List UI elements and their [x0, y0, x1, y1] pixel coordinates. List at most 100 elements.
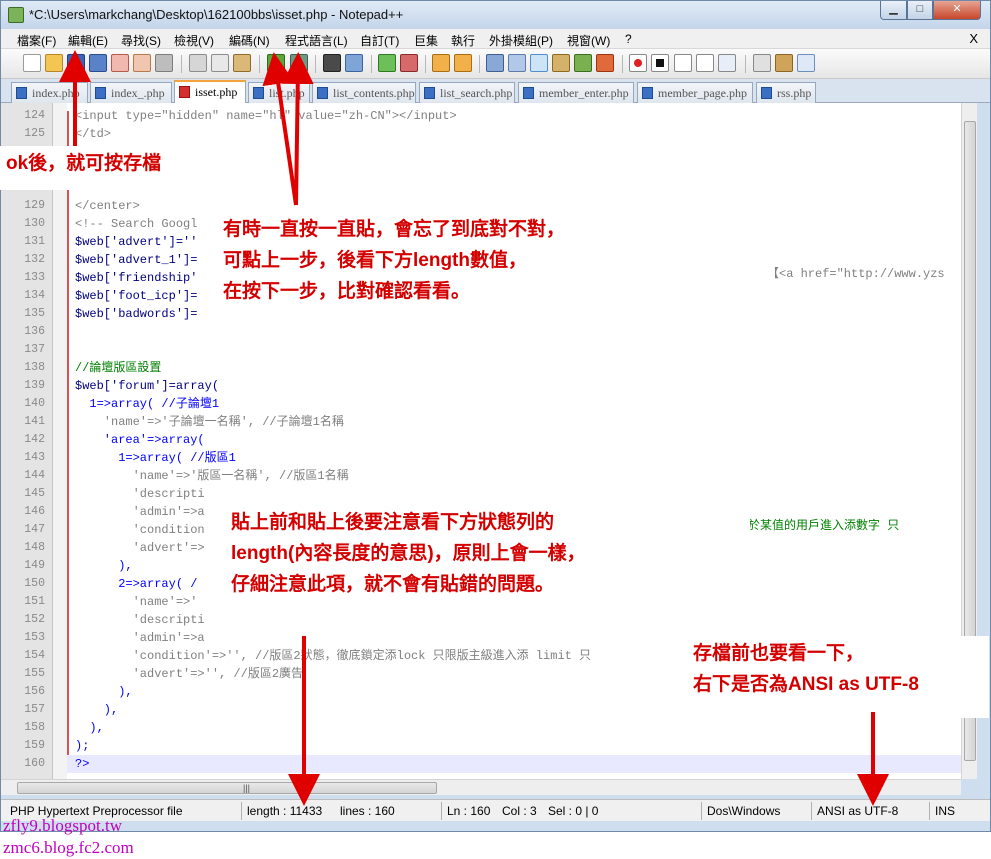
code-line[interactable]: $web['badwords']= — [75, 305, 197, 323]
code-line[interactable]: ), — [75, 683, 132, 701]
code-line[interactable]: ), — [75, 719, 103, 737]
code-line[interactable]: 'advert'=> — [75, 539, 205, 557]
cut-icon[interactable] — [189, 54, 207, 72]
code-line[interactable]: $web['forum']=array( — [75, 377, 219, 395]
maximize-button[interactable]: □ — [907, 1, 933, 20]
code-line[interactable]: 1=>array( //子論壇1 — [75, 395, 219, 413]
menu-view[interactable]: 檢視(V) — [174, 32, 214, 49]
code-line[interactable]: 'name'=>'版區一名稱', //版區1名稱 — [75, 467, 349, 485]
code-line[interactable]: $web['foot_icp']= — [75, 287, 197, 305]
close-all-icon[interactable] — [133, 54, 151, 72]
code-line[interactable]: </td> — [75, 125, 111, 143]
tab-list-search-php[interactable]: list_search.php — [419, 82, 515, 103]
code-line[interactable]: 'condition'=>'', //版區2狀態，徹底鎖定添lock 只限版主級… — [75, 647, 591, 665]
code-line[interactable]: $web['friendship' — [75, 269, 197, 287]
tab-list-php[interactable]: list.php — [248, 82, 310, 103]
save-macro-icon[interactable] — [718, 54, 736, 72]
code-line[interactable]: 'area'=>array( — [75, 431, 205, 449]
play-multiple-icon[interactable] — [696, 54, 714, 72]
code-line[interactable]: 'name'=>'子論壇一名稱', //子論壇1名稱 — [75, 413, 344, 431]
stop-record-icon[interactable] — [651, 54, 669, 72]
menu-window[interactable]: 視窗(W) — [567, 32, 610, 49]
menu-search[interactable]: 尋找(S) — [121, 32, 161, 49]
code-line[interactable]: <!-- Search Googl — [75, 215, 197, 233]
status-insert-mode[interactable]: INS — [935, 804, 955, 818]
code-line[interactable]: 'descripti — [75, 485, 205, 503]
ds-plugin-icon[interactable] — [753, 54, 771, 72]
code-line[interactable]: 2=>array( / — [75, 575, 197, 593]
code-line[interactable]: 1=>array( //版區1 — [75, 449, 236, 467]
code-line[interactable]: ); — [75, 737, 89, 755]
status-encoding[interactable]: ANSI as UTF-8 — [817, 804, 898, 818]
code-line[interactable]: 'condition — [75, 521, 205, 539]
menu-help[interactable]: ? — [625, 32, 632, 46]
new-file-icon[interactable] — [23, 54, 41, 72]
tab-index-php[interactable]: index.php — [11, 82, 88, 103]
compare-plugin-icon[interactable] — [775, 54, 793, 72]
status-eol-format[interactable]: Dos\Windows — [707, 804, 780, 818]
file-saved-icon — [253, 87, 264, 99]
save-icon[interactable] — [67, 54, 85, 72]
code-line[interactable]: 'advert'=>'', //版區2廣告 — [75, 665, 303, 683]
find-icon[interactable] — [323, 54, 341, 72]
paste-icon[interactable] — [233, 54, 251, 72]
tab-member-enter-php[interactable]: member_enter.php — [518, 82, 634, 103]
code-line[interactable]: 'admin'=>a — [75, 503, 205, 521]
save-all-icon[interactable] — [89, 54, 107, 72]
show-all-characters-icon[interactable] — [508, 54, 526, 72]
menu-language[interactable]: 程式語言(L) — [285, 32, 348, 49]
code-line[interactable]: $web['advert_1']= — [75, 251, 197, 269]
code-line[interactable]: $web['advert']='' — [75, 233, 197, 251]
zoom-out-icon[interactable] — [400, 54, 418, 72]
menu-macro[interactable]: 巨集 — [414, 32, 438, 49]
zoom-in-icon[interactable] — [378, 54, 396, 72]
indent-guide-icon[interactable] — [530, 54, 548, 72]
code-line[interactable]: ), — [75, 557, 132, 575]
code-line[interactable]: 'name'=>' — [75, 593, 198, 611]
tab-isset-php[interactable]: isset.php — [174, 80, 246, 104]
sync-vertical-icon[interactable] — [432, 54, 450, 72]
code-line[interactable]: //論壇版區設置 — [75, 359, 161, 377]
menu-plugins[interactable]: 外掛模組(P) — [489, 32, 553, 49]
redo-icon[interactable] — [290, 54, 308, 72]
code-line[interactable]: 'admin'=>a — [75, 629, 205, 647]
close-document-button[interactable]: X — [969, 31, 978, 46]
line-number: 155 — [24, 667, 45, 680]
undo-icon[interactable] — [267, 54, 285, 72]
tab-member-page-php[interactable]: member_page.php — [637, 82, 753, 103]
menu-edit[interactable]: 編輯(E) — [68, 32, 108, 49]
code-line[interactable]: ), — [75, 701, 118, 719]
document-map-icon[interactable] — [574, 54, 592, 72]
menu-run[interactable]: 執行 — [451, 32, 475, 49]
fold-margin[interactable] — [53, 103, 67, 779]
sync-horizontal-icon[interactable] — [454, 54, 472, 72]
code-line[interactable]: ?> — [75, 755, 89, 773]
spell-check-icon[interactable] — [797, 54, 815, 72]
tab-list-contents-php[interactable]: list_contents.php — [312, 82, 416, 103]
close-button[interactable]: ✕ — [933, 1, 981, 20]
close-file-icon[interactable] — [111, 54, 129, 72]
word-wrap-icon[interactable] — [486, 54, 504, 72]
menu-file[interactable]: 檔案(F) — [17, 32, 56, 49]
code-line[interactable]: 'descripti — [75, 611, 205, 629]
record-macro-icon[interactable] — [629, 54, 647, 72]
title-bar[interactable]: *C:\Users\markchang\Desktop\162100bbs\is… — [1, 1, 990, 29]
tab-index-underscore-php[interactable]: index_.php — [90, 82, 172, 103]
horizontal-scroll-thumb[interactable]: ||| — [17, 782, 437, 794]
menu-encoding[interactable]: 編碼(N) — [229, 32, 270, 49]
annotation-line: 可點上一步，後看下方length數值， — [223, 250, 527, 271]
open-file-icon[interactable] — [45, 54, 63, 72]
horizontal-scrollbar[interactable]: ||| — [1, 779, 961, 795]
play-macro-icon[interactable] — [674, 54, 692, 72]
copy-icon[interactable] — [211, 54, 229, 72]
replace-icon[interactable] — [345, 54, 363, 72]
menu-settings[interactable]: 自訂(T) — [360, 32, 399, 49]
minimize-button[interactable]: ▁ — [880, 1, 907, 20]
user-language-icon[interactable] — [552, 54, 570, 72]
code-line[interactable]: <input type="hidden" name="hl" value="zh… — [75, 107, 457, 125]
function-list-icon[interactable] — [596, 54, 614, 72]
print-icon[interactable] — [155, 54, 173, 72]
code-line[interactable]: </center> — [75, 197, 140, 215]
line-number: 133 — [24, 271, 45, 284]
tab-rss-php[interactable]: rss.php — [756, 82, 816, 103]
